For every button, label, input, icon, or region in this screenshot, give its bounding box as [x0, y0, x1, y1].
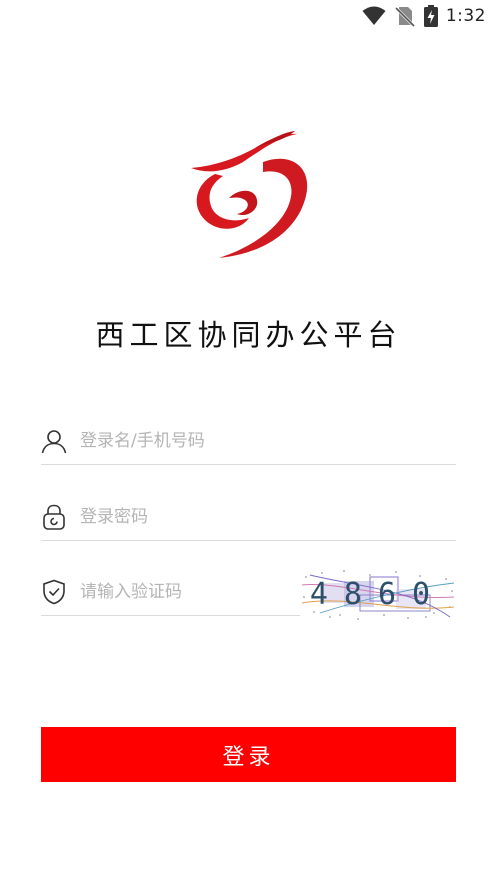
password-field: [41, 498, 456, 541]
username-field: [41, 422, 456, 465]
wifi-icon: [362, 6, 386, 25]
status-bar: 1:32: [0, 0, 497, 34]
app-logo: [191, 131, 308, 258]
no-sim-icon: [394, 6, 415, 27]
captcha-field: 4860: [41, 567, 456, 623]
captcha-code: 4860: [310, 577, 446, 612]
shield-check-icon: [43, 579, 65, 605]
lock-icon: [43, 504, 65, 530]
status-time: 1:32: [445, 6, 486, 26]
status-icons: 1:32: [362, 5, 486, 27]
login-button[interactable]: 登录: [41, 727, 456, 782]
app-title: 西工区协同办公平台: [95, 318, 402, 352]
user-icon: [41, 430, 67, 454]
username-input[interactable]: [80, 426, 330, 456]
password-input[interactable]: [80, 502, 330, 532]
battery-charging-icon: [423, 5, 438, 27]
captcha-image[interactable]: 4860: [300, 567, 456, 623]
captcha-input[interactable]: [80, 577, 330, 607]
